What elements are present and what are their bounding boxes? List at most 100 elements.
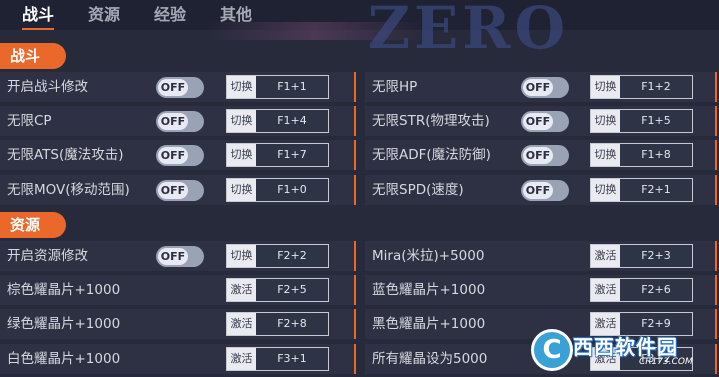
toggle-state: OFF bbox=[158, 248, 188, 265]
site-watermark: C 西西软件园 CR173.COM bbox=[531, 325, 717, 375]
cheat-row: 无限STR(物理攻击) OFF 切换 F1+5 bbox=[365, 106, 717, 137]
hotkey-button[interactable]: 激活 F3+1 bbox=[226, 346, 329, 371]
hotkey-action: 激活 bbox=[227, 279, 256, 302]
cheat-toggle[interactable]: OFF bbox=[521, 179, 569, 201]
hotkey-action: 切换 bbox=[227, 245, 256, 267]
hotkey-button[interactable]: 激活 F2+3 bbox=[590, 244, 693, 268]
section-header-resources: 资源 bbox=[0, 212, 66, 238]
hotkey-action: 切换 bbox=[591, 178, 620, 201]
hotkey-action: 切换 bbox=[227, 144, 256, 167]
hotkey-button[interactable]: 激活 F2+8 bbox=[226, 312, 329, 337]
cheat-toggle[interactable]: OFF bbox=[156, 111, 204, 133]
hotkey-button[interactable]: 切换 F1+8 bbox=[590, 143, 693, 168]
game-logo-banner: ZERO bbox=[367, 0, 569, 62]
hotkey-key: F2+1 bbox=[641, 182, 671, 196]
hotkey-button[interactable]: 切换 F1+5 bbox=[590, 109, 693, 134]
cheat-label: 无限CP bbox=[7, 113, 52, 130]
tab-bar: ZERO 战斗 资源 经验 其他 bbox=[0, 0, 719, 62]
tab-battle[interactable]: 战斗 bbox=[22, 2, 55, 30]
cheat-toggle[interactable]: OFF bbox=[521, 145, 569, 167]
cheat-label: 蓝色耀晶片+1000 bbox=[372, 282, 486, 299]
cheat-label: 无限STR(物理攻击) bbox=[372, 113, 490, 130]
cheat-label: 棕色耀晶片+1000 bbox=[7, 282, 121, 299]
hotkey-action: 激活 bbox=[591, 245, 620, 267]
cheat-row: 无限HP OFF 切换 F1+2 bbox=[365, 72, 717, 102]
cheat-label: 开启战斗修改 bbox=[7, 79, 88, 95]
cheat-label: 黑色耀晶片+1000 bbox=[372, 316, 486, 333]
hotkey-key: F1+8 bbox=[641, 148, 671, 162]
cheat-label: 绿色耀晶片+1000 bbox=[7, 316, 121, 333]
hotkey-button[interactable]: 激活 F2+5 bbox=[226, 278, 329, 303]
hotkey-action: 切换 bbox=[591, 76, 620, 98]
hotkey-action: 切换 bbox=[591, 144, 620, 167]
cheat-row: 开启战斗修改 OFF 切换 F1+1 bbox=[0, 72, 356, 102]
cheat-label: Mira(米拉)+5000 bbox=[372, 248, 485, 264]
tab-resources[interactable]: 资源 bbox=[88, 2, 120, 28]
hotkey-action: 激活 bbox=[227, 313, 256, 336]
hotkey-key: F1+7 bbox=[277, 148, 307, 162]
toggle-state: OFF bbox=[158, 147, 188, 165]
hotkey-key: F2+2 bbox=[277, 249, 307, 262]
hotkey-key: F2+3 bbox=[641, 249, 671, 262]
hotkey-key: F3+1 bbox=[277, 351, 307, 365]
cheat-row: 蓝色耀晶片+1000 激活 F2+6 bbox=[365, 275, 717, 306]
hotkey-key: F2+5 bbox=[277, 283, 307, 297]
hotkey-action: 切换 bbox=[591, 110, 620, 133]
toggle-state: OFF bbox=[523, 113, 553, 131]
toggle-state: OFF bbox=[158, 181, 188, 199]
cheat-toggle[interactable]: OFF bbox=[156, 179, 204, 201]
hotkey-key: F1+1 bbox=[277, 80, 307, 93]
toggle-state: OFF bbox=[158, 79, 188, 96]
hotkey-key: F1+5 bbox=[641, 114, 671, 128]
hotkey-key: F2+8 bbox=[277, 317, 307, 331]
toggle-state: OFF bbox=[158, 113, 188, 131]
cheat-label: 无限HP bbox=[372, 79, 418, 95]
hotkey-action: 激活 bbox=[591, 279, 620, 302]
cheat-label: 无限MOV(移动范围) bbox=[7, 181, 130, 198]
cheat-row: 开启资源修改 OFF 切换 F2+2 bbox=[0, 241, 356, 271]
cheat-row: 绿色耀晶片+1000 激活 F2+8 bbox=[0, 309, 356, 340]
cheat-row: 无限ADF(魔法防御) OFF 切换 F1+8 bbox=[365, 140, 717, 171]
section-header-battle: 战斗 bbox=[0, 43, 66, 69]
hotkey-button[interactable]: 切换 F2+1 bbox=[590, 177, 693, 202]
cheat-label: 无限SPD(速度) bbox=[372, 181, 464, 198]
hotkey-action: 激活 bbox=[227, 347, 256, 370]
cheat-row: 无限SPD(速度) OFF 切换 F2+1 bbox=[365, 174, 717, 205]
hotkey-button[interactable]: 激活 F2+6 bbox=[590, 278, 693, 303]
cheat-toggle[interactable]: OFF bbox=[156, 246, 204, 267]
cheat-row: 无限CP OFF 切换 F1+4 bbox=[0, 106, 356, 137]
hotkey-button[interactable]: 切换 F1+7 bbox=[226, 143, 329, 168]
cheat-label: 白色耀晶片+1000 bbox=[7, 350, 121, 367]
cheat-row: 棕色耀晶片+1000 激活 F2+5 bbox=[0, 275, 356, 306]
hotkey-button[interactable]: 切换 F1+2 bbox=[590, 75, 693, 99]
cheat-label: 无限ADF(魔法防御) bbox=[372, 147, 491, 164]
tab-other[interactable]: 其他 bbox=[220, 2, 252, 28]
cheat-toggle[interactable]: OFF bbox=[156, 145, 204, 167]
cheat-row: Mira(米拉)+5000 激活 F2+3 bbox=[365, 241, 717, 271]
watermark-logo-icon: C bbox=[531, 329, 573, 371]
hotkey-key: F1+4 bbox=[277, 114, 307, 128]
cheat-label: 无限ATS(魔法攻击) bbox=[7, 147, 124, 164]
hotkey-button[interactable]: 切换 F1+0 bbox=[226, 177, 329, 202]
cheat-toggle[interactable]: OFF bbox=[521, 111, 569, 133]
hotkey-action: 切换 bbox=[227, 178, 256, 201]
cheat-label: 所有耀晶设为5000 bbox=[372, 350, 488, 367]
cheat-toggle[interactable]: OFF bbox=[521, 77, 569, 98]
hotkey-button[interactable]: 切换 F1+4 bbox=[226, 109, 329, 134]
toggle-state: OFF bbox=[523, 79, 553, 96]
cheat-label: 开启资源修改 bbox=[7, 248, 88, 264]
cheat-row: 无限MOV(移动范围) OFF 切换 F1+0 bbox=[0, 174, 356, 205]
hotkey-key: F1+0 bbox=[277, 182, 307, 196]
watermark-subtext: CR173.COM bbox=[639, 357, 693, 367]
cheat-row: 无限ATS(魔法攻击) OFF 切换 F1+7 bbox=[0, 140, 356, 171]
hotkey-key: F2+6 bbox=[641, 283, 671, 297]
hotkey-button[interactable]: 切换 F2+2 bbox=[226, 244, 329, 268]
cheat-toggle[interactable]: OFF bbox=[156, 77, 204, 98]
cheat-row: 白色耀晶片+1000 激活 F3+1 bbox=[0, 343, 356, 374]
toggle-state: OFF bbox=[523, 181, 553, 199]
hotkey-button[interactable]: 切换 F1+1 bbox=[226, 75, 329, 99]
hotkey-action: 切换 bbox=[227, 110, 256, 133]
toggle-state: OFF bbox=[523, 147, 553, 165]
hotkey-action: 切换 bbox=[227, 76, 256, 98]
tab-experience[interactable]: 经验 bbox=[154, 2, 186, 28]
